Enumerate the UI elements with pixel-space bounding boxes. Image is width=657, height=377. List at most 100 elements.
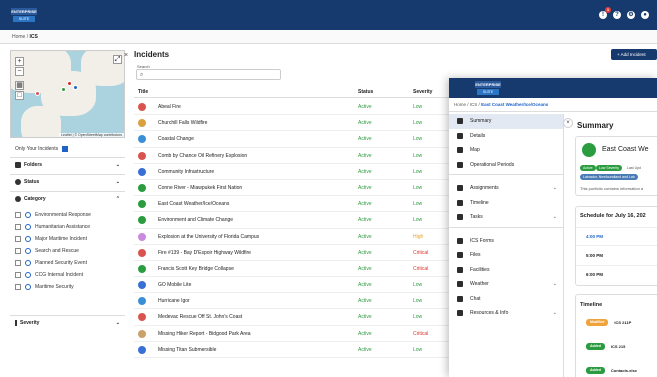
incident-title[interactable]: Fire #139 - Bay D'Espoir Highway Wildfir… [158,250,251,256]
breadcrumb-home[interactable]: Home [12,34,25,40]
table-row[interactable]: Hurricane Igor Active Low [134,293,454,310]
incident-status: Active [358,330,372,337]
nav-item-files[interactable]: Files [449,248,563,263]
table-row[interactable]: Community Infrastructure Active Low [134,164,454,180]
notifications-icon[interactable]: ! 1 [599,7,611,19]
nav-item-timeline[interactable]: Timeline [449,196,563,211]
nav-item-operational-periods[interactable]: Operational Periods [449,158,563,173]
nav-item-tasks[interactable]: Tasks ⌄ [449,210,563,225]
nav-item-map[interactable]: Map [449,143,563,158]
incident-title[interactable]: Explosion at the University of Florida C… [158,234,259,240]
nav-item-summary[interactable]: Summary [449,114,563,129]
nav-item-resources-info[interactable]: Resources & Info ⌄ [449,306,563,321]
incident-title[interactable]: Missing Titan Submersible [158,347,216,353]
table-row[interactable]: Missing Titan Submersible Active Low [134,342,454,358]
nav-item-chat[interactable]: Chat [449,292,563,307]
incident-status: Active [358,184,372,191]
category-icon [15,195,21,202]
zoom-out-button[interactable]: − [15,67,24,76]
nav-icon [457,118,463,125]
map-marker[interactable] [67,81,72,86]
incident-title[interactable]: Community Infrastructure [158,169,214,175]
status-facet[interactable]: Status ⌄ [10,174,125,188]
nav-item-details[interactable]: Details [449,129,563,144]
table-row[interactable]: Francis Scott Key Bridge Collapse Active C… [134,261,454,278]
category-item[interactable]: Humanitarian Assistance [15,221,125,233]
map-marker[interactable] [61,87,66,92]
zoom-in-button[interactable]: + [15,57,24,66]
help-icon[interactable]: ? [613,11,621,19]
close-filter-icon[interactable]: × [124,52,128,59]
incident-title[interactable]: GO Mobile Lite [158,282,191,288]
table-row[interactable]: Fire #139 - Bay D'Espoir Highway Wildfir… [134,245,454,261]
schedule-time[interactable]: 5:00 PM [586,253,603,258]
category-item[interactable]: Planned Security Event [15,257,125,269]
category-facet[interactable]: Category ⌃ [10,191,125,205]
timeline-entry[interactable]: Added ICS 215 [586,343,625,350]
incident-status: Active [358,265,372,272]
map-marker[interactable] [73,85,78,90]
incident-title[interactable]: Conne River - Miawpukek First Nation [158,185,242,191]
incident-title[interactable]: East Coast Weather/Ice/Oceans [158,201,229,207]
incident-title[interactable]: Abeal Fire [158,104,181,110]
incident-title[interactable]: Missing Hiker Report - Bidgood Park Area [158,331,251,337]
incident-title: East Coast We [602,146,649,153]
category-item[interactable]: Major Maritime Incident [15,233,125,245]
category-item[interactable]: Maritime Security [15,281,125,293]
table-row[interactable]: Abeal Fire Active Low [134,99,454,116]
incident-title[interactable]: Medevac Rescue Off St. John's Coast [158,314,242,320]
table-row[interactable]: GO Mobile Lite Active Low [134,277,454,294]
draw-icon[interactable]: □ [15,91,24,100]
nav-item-facilities[interactable]: Facilities [449,263,563,278]
user-avatar-icon[interactable]: ● [641,11,649,19]
timeline-entry[interactable]: Modified ICS 211P [586,319,631,326]
incident-title[interactable]: Comb by Chance Oil Refinery Explosion [158,153,247,159]
table-row[interactable]: Conne River - Miawpukek First Nation Acti… [134,180,454,197]
chevron-down-icon: ⌄ [115,178,120,185]
only-your-checkbox[interactable] [62,146,69,152]
chevron-up-icon: ⌃ [115,195,120,202]
nav-item-assignments[interactable]: Assignments ⌄ [449,181,563,196]
incident-title[interactable]: Churchill Falls Wildfire [158,120,207,126]
category-item[interactable]: Search and Rescue [15,245,125,257]
table-row[interactable]: Comb by Chance Oil Refinery Explosion Act… [134,148,454,164]
layers-icon[interactable]: ▦ [15,81,24,90]
app-logo[interactable]: ENTERPRISE SUITE [11,8,37,24]
table-row[interactable]: Environment and Climate Change Active Low [134,212,454,229]
category-icon [25,272,31,278]
incident-title[interactable]: Environment and Climate Change [158,217,233,223]
table-row[interactable]: Medevac Rescue Off St. John's Coast Activ… [134,309,454,326]
incident-title[interactable]: Coastal Change [158,136,194,142]
nav-item-weather[interactable]: Weather ⌄ [449,277,563,292]
schedule-time[interactable]: 4:00 PM [586,234,603,239]
severity-facet[interactable]: Severity ⌄ [10,315,125,329]
search-input[interactable]: ⌕ [136,69,281,80]
table-row[interactable]: Churchill Falls Wildfire Active Low [134,115,454,132]
category-item[interactable]: CCG Internal Incident [15,269,125,281]
incident-title[interactable]: Hurricane Igor [158,298,190,304]
folders-facet[interactable]: Folders ⌄ [10,157,125,171]
category-item[interactable]: Environmental Response [15,209,125,221]
incident-title[interactable]: Francis Scott Key Bridge Collapse [158,266,234,272]
settings-icon[interactable]: ⚙ [627,11,635,19]
map-marker[interactable] [35,91,40,96]
incident-map[interactable]: + − ▦ □ ⤢ Leaflet | © OpenStreetMap cont… [10,50,125,138]
table-row[interactable]: Missing Hiker Report - Bidgood Park Area… [134,326,454,342]
table-row[interactable]: Coastal Change Active Low [134,131,454,148]
table-row[interactable]: East Coast Weather/Ice/Oceans Active Low [134,196,454,213]
notification-badge: 1 [605,7,611,13]
fullscreen-icon[interactable]: ⤢ [113,55,122,64]
map-attribution[interactable]: Leaflet | © OpenStreetMap contributors [59,133,124,137]
only-your-incidents-toggle[interactable]: Only Your Incidents [15,146,69,152]
app-logo[interactable]: ENTERPRISE SUITE [475,81,501,97]
table-row[interactable]: Explosion at the University of Florida C… [134,229,454,245]
incident-severity: Critical [413,330,429,337]
schedule-time[interactable]: 6:00 PM [586,272,603,277]
incident-severity: Low [413,152,423,159]
nav-icon [457,161,463,168]
timeline-entry[interactable]: Added Contacts.xlsx [586,367,637,374]
close-panel-icon[interactable]: × [563,118,573,128]
nav-item-ics-forms[interactable]: ICS Forms [449,234,563,249]
add-incident-button[interactable]: + Add Incident [611,49,657,60]
updated-label: Last Upd [624,165,645,171]
